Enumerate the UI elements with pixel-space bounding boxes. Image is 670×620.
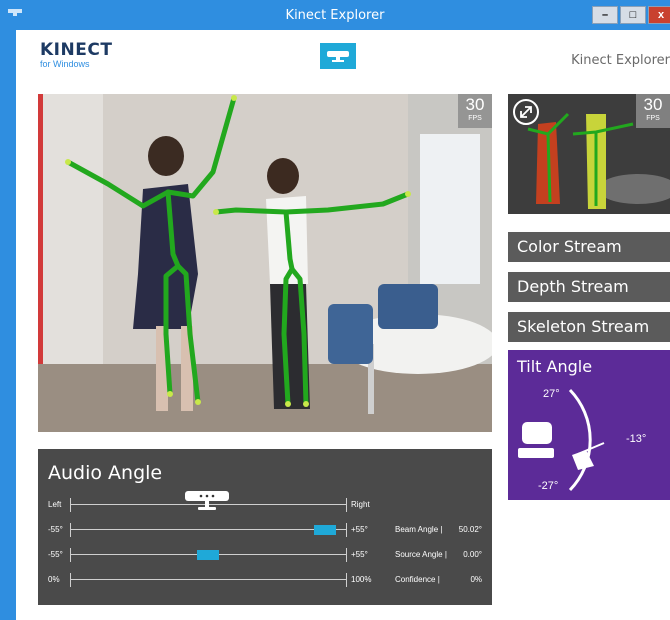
fps-value: 30 (465, 95, 485, 114)
tilt-angle-panel[interactable]: Tilt Angle 27° -13° -27° (508, 350, 670, 500)
kinect-logo: KINECT for Windows (40, 40, 112, 69)
beam-min-label: -55° (48, 525, 63, 534)
confidence-row: 0% 100% Confidence | 0% (38, 573, 492, 587)
app-name: Kinect Explorer (571, 53, 670, 68)
video-frame (38, 94, 492, 432)
beam-angle-indicator (314, 525, 336, 535)
close-button[interactable]: x (648, 6, 670, 24)
source-angle-row: -55° +55° Source Angle | 0.00° (38, 548, 492, 562)
confidence-value: 0% (470, 575, 482, 584)
confidence-max-label: 100% (351, 575, 372, 584)
brand-subtitle: for Windows (40, 59, 90, 69)
window-border (0, 30, 16, 620)
source-angle-caption: Source Angle | (395, 550, 447, 559)
maximize-button[interactable]: □ (620, 6, 646, 24)
beam-angle-value: 50.02° (458, 525, 482, 534)
brand-title: KINECT (40, 40, 113, 60)
fps-label: FPS (468, 115, 482, 122)
minimize-button[interactable]: – (592, 6, 618, 24)
depth-stream-button[interactable]: Depth Stream (508, 272, 670, 302)
color-video-view[interactable]: 30 FPS (38, 94, 492, 432)
beam-max-label: +55° (351, 525, 368, 534)
direction-left-label: Left (48, 500, 62, 509)
source-max-label: +55° (351, 550, 368, 559)
audio-angle-heading: Audio Angle (48, 462, 163, 484)
fps-counter: 30 FPS (458, 94, 492, 128)
swap-view-icon[interactable] (512, 98, 540, 126)
depth-thumbnail[interactable]: 30 FPS (508, 94, 670, 214)
tilt-gauge (518, 388, 605, 492)
kinect-device-icon (185, 491, 229, 510)
direction-right-label: Right (351, 500, 370, 509)
source-min-label: -55° (48, 550, 63, 559)
color-stream-button[interactable]: Color Stream (508, 232, 670, 262)
window-title: Kinect Explorer (285, 8, 385, 23)
tilt-min-label: -27° (538, 480, 559, 492)
audio-angle-panel: Audio Angle Left Right -55° +55° Beam An… (38, 449, 492, 605)
audio-direction-row: Left Right (38, 491, 492, 512)
thumbnail-fps-counter: 30 FPS (636, 94, 670, 128)
tilt-current-label: -13° (626, 433, 647, 445)
skeleton-stream-button[interactable]: Skeleton Stream (508, 312, 670, 342)
confidence-caption: Confidence | (395, 575, 440, 584)
title-bar: Kinect Explorer – □ x (0, 0, 670, 30)
thumbnail-fps-value: 30 (643, 95, 663, 114)
thumbnail-fps-label: FPS (646, 115, 660, 122)
source-angle-value: 0.00° (463, 550, 482, 559)
beam-angle-caption: Beam Angle | (395, 525, 443, 534)
tilt-max-label: 27° (543, 388, 560, 400)
confidence-min-label: 0% (48, 575, 60, 584)
source-angle-indicator (197, 550, 219, 560)
beam-angle-row: -55° +55° Beam Angle | 50.02° (38, 523, 492, 537)
kinect-sensor-icon (320, 43, 356, 69)
